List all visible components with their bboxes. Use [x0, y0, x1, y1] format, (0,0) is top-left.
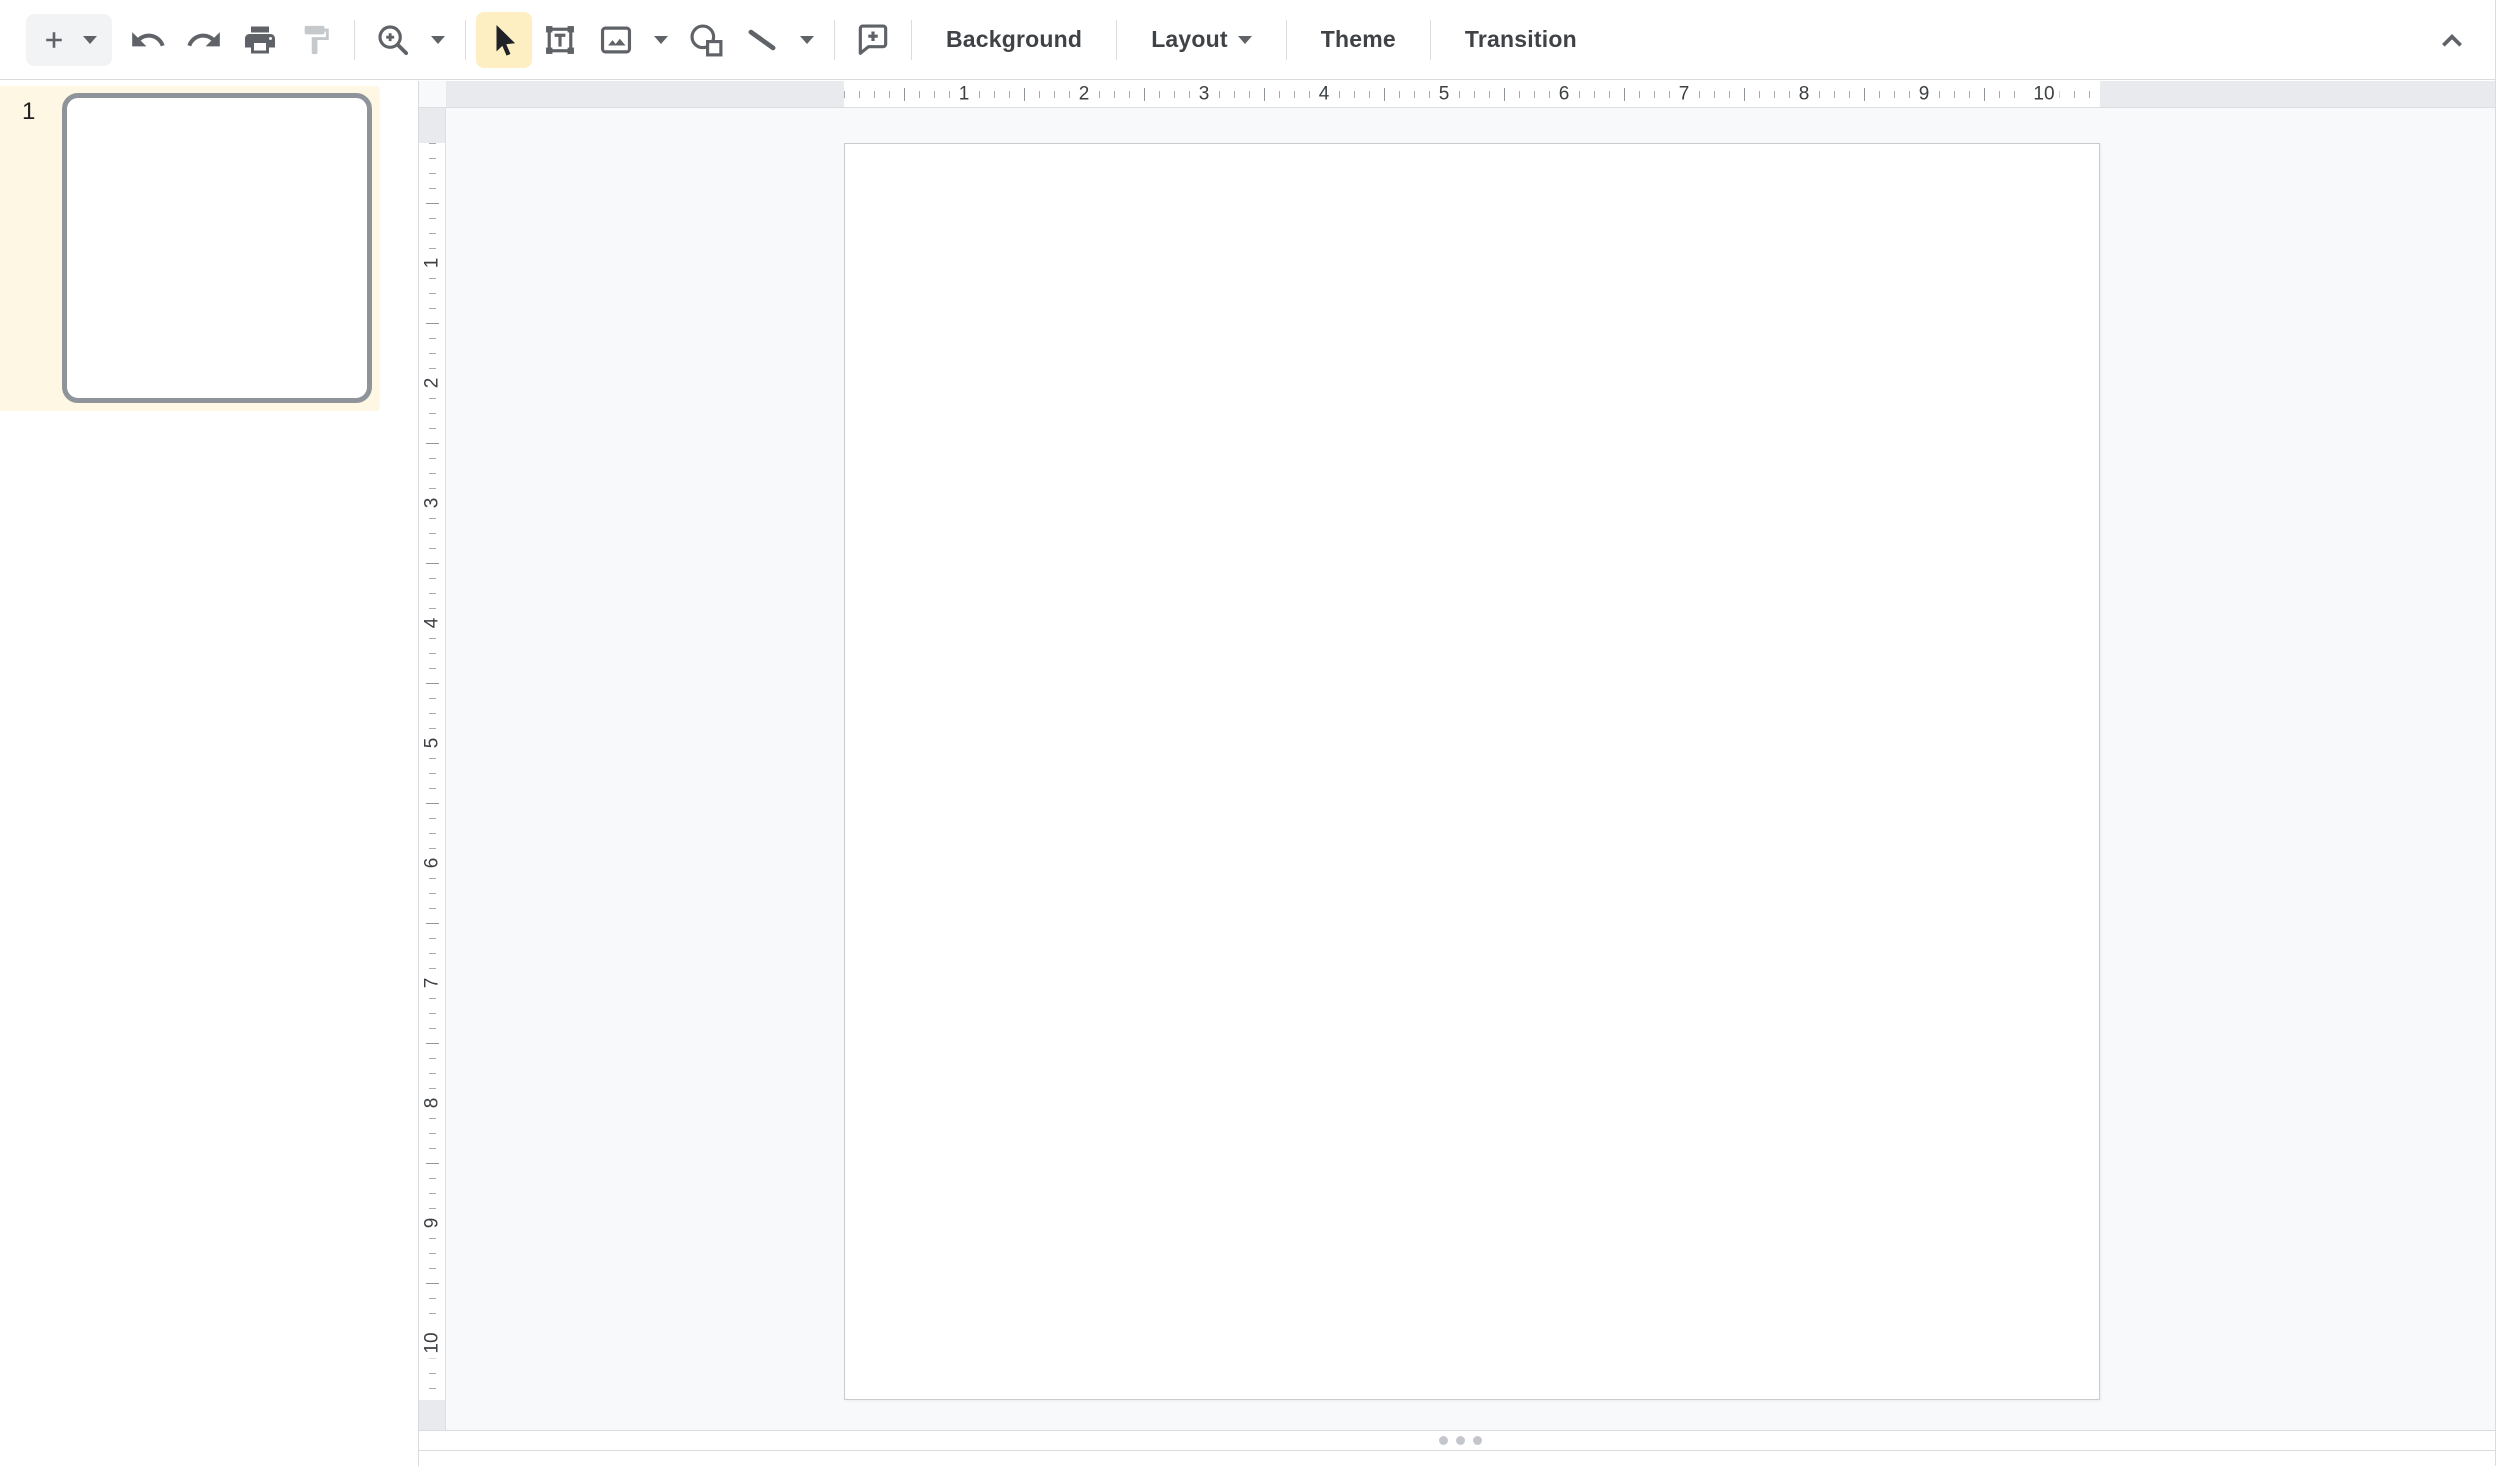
image-icon: [597, 21, 635, 59]
background-button[interactable]: Background: [922, 12, 1106, 68]
toolbar-separator: [354, 20, 355, 60]
slide-filmstrip: 1: [0, 81, 419, 1466]
ruler-label: 2: [423, 373, 442, 394]
ruler-label: 9: [1914, 85, 1935, 104]
horizontal-ruler-page-segment: 1 2 3 4 5 6 7 8 9 10: [844, 81, 2100, 107]
ruler-label: 3: [423, 493, 442, 514]
vertical-ruler: 1 2 3 4 5 6 7 8 9 10: [419, 108, 446, 1430]
toolbar-separator: [465, 20, 466, 60]
undo-button[interactable]: [120, 12, 176, 68]
vertical-ruler-page-segment: 1 2 3 4 5 6 7 8 9 10: [419, 143, 445, 1400]
slide-number: 1: [22, 100, 35, 124]
horizontal-ruler: 1 2 3 4 5 6 7 8 9 10: [446, 81, 2502, 108]
drag-handle-dot: [1456, 1436, 1465, 1445]
paint-format-button[interactable]: [288, 12, 344, 68]
background-button-label: Background: [946, 26, 1082, 53]
redo-button[interactable]: [176, 12, 232, 68]
ruler-label: 8: [1794, 85, 1815, 104]
slide-canvas[interactable]: [844, 143, 2100, 1400]
slide-thumbnail[interactable]: [62, 93, 372, 403]
zoom-dropdown-button[interactable]: [421, 12, 455, 68]
select-tool-button[interactable]: [476, 12, 532, 68]
line-dropdown-caret-icon: [800, 36, 814, 44]
layout-button-label: Layout: [1151, 26, 1228, 53]
ruler-label: 4: [1314, 85, 1335, 104]
ruler-label: 5: [423, 733, 442, 754]
line-icon: [743, 21, 781, 59]
horizontal-ruler-half-ticks: [844, 88, 2100, 101]
ruler-corner: [419, 81, 446, 108]
insert-image-button[interactable]: [588, 12, 644, 68]
notes-divider: [419, 1450, 2502, 1451]
ruler-label: 3: [1194, 85, 1215, 104]
layout-dropdown-caret-icon: [1238, 36, 1252, 44]
toolbar-separator: [834, 20, 835, 60]
ruler-label: 6: [423, 853, 442, 874]
vertical-ruler-half-ticks: [426, 143, 439, 1400]
slides-editor: Background Layout Theme Transition 1: [0, 0, 2502, 1466]
zoom-button[interactable]: [365, 12, 421, 68]
toolbar-separator: [1116, 20, 1117, 60]
toolbar: Background Layout Theme Transition: [0, 0, 2502, 80]
transition-button-label: Transition: [1465, 26, 1577, 53]
ruler-label: 1: [423, 253, 442, 274]
text-box-button[interactable]: [532, 12, 588, 68]
print-button[interactable]: [232, 12, 288, 68]
theme-button[interactable]: Theme: [1297, 12, 1420, 68]
theme-button-label: Theme: [1321, 26, 1396, 53]
ruler-label: 10: [2028, 85, 2059, 104]
canvas-workspace: [446, 108, 2502, 1430]
ruler-label: 2: [1074, 85, 1095, 104]
shape-icon: [687, 21, 725, 59]
text-box-icon: [541, 21, 579, 59]
drag-handle-dot: [1473, 1436, 1482, 1445]
ruler-label: 6: [1554, 85, 1575, 104]
ruler-label: 9: [423, 1213, 442, 1234]
shape-button[interactable]: [678, 12, 734, 68]
line-dropdown-button[interactable]: [790, 12, 824, 68]
toolbar-separator: [1430, 20, 1431, 60]
transition-button[interactable]: Transition: [1441, 12, 1601, 68]
chevron-up-icon: [2433, 21, 2471, 59]
layout-button[interactable]: Layout: [1127, 12, 1276, 68]
redo-icon: [185, 21, 223, 59]
zoom-icon: [374, 21, 412, 59]
cursor-icon: [486, 22, 522, 58]
ruler-label: 5: [1434, 85, 1455, 104]
hide-menus-button[interactable]: [2424, 12, 2480, 68]
scrollbar-track[interactable]: [2495, 0, 2502, 1466]
paint-format-icon: [299, 23, 333, 57]
slide-row-selected[interactable]: 1: [0, 86, 380, 411]
undo-icon: [129, 21, 167, 59]
ruler-label: 7: [1674, 85, 1695, 104]
toolbar-separator: [1286, 20, 1287, 60]
ruler-label: 10: [423, 1327, 442, 1358]
new-slide-button[interactable]: [26, 14, 112, 66]
plus-icon: [41, 27, 67, 53]
ruler-label: 8: [423, 1093, 442, 1114]
ruler-label: 4: [423, 613, 442, 634]
image-dropdown-button[interactable]: [644, 12, 678, 68]
add-comment-icon: [854, 21, 892, 59]
zoom-dropdown-caret-icon: [431, 36, 445, 44]
ruler-label: 1: [954, 85, 975, 104]
insert-comment-button[interactable]: [845, 12, 901, 68]
new-slide-dropdown-caret-icon[interactable]: [83, 36, 97, 44]
drag-handle-dot: [1439, 1436, 1448, 1445]
image-dropdown-caret-icon: [654, 36, 668, 44]
toolbar-separator: [911, 20, 912, 60]
speaker-notes-resize-handle[interactable]: [419, 1431, 2502, 1450]
ruler-label: 7: [423, 973, 442, 994]
print-icon: [242, 22, 278, 58]
line-tool-button[interactable]: [734, 12, 790, 68]
